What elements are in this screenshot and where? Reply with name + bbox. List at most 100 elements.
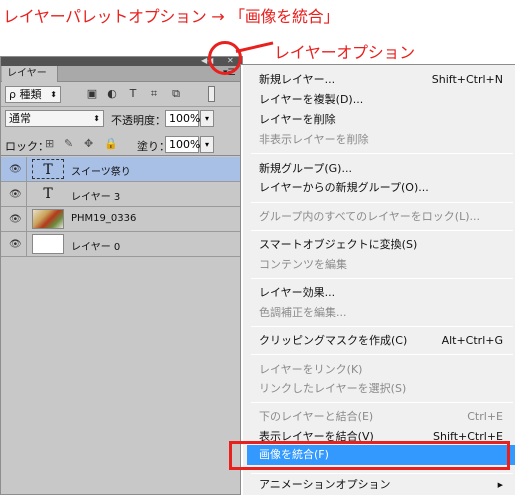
shape-filter-icon[interactable]: ⌗ xyxy=(147,87,161,101)
divider xyxy=(26,207,27,232)
menu-separator xyxy=(251,326,513,327)
menu-item-animation-options[interactable]: アニメーションオプション ▶ xyxy=(259,475,509,495)
menu-item-label: レイヤー効果... xyxy=(259,286,336,299)
menu-item-delete-hidden-layers[interactable]: 非表示レイヤーを削除 xyxy=(259,130,509,150)
menu-item-label: 新規グループ(G)... xyxy=(259,162,352,175)
menu-item-select-linked-layers[interactable]: リンクしたレイヤーを選択(S) xyxy=(259,379,509,399)
filter-kind-select[interactable]: ρ 種類 ⬍ xyxy=(5,86,61,103)
visibility-eye-icon[interactable]: 👁 xyxy=(9,164,22,175)
menu-item-convert-to-smart-object[interactable]: スマートオブジェクトに変換(S) xyxy=(259,235,509,255)
menu-item-shortcut: Shift+Ctrl+N xyxy=(431,73,503,86)
type-layer-thumbnail: T xyxy=(43,186,53,202)
annotation-pointer xyxy=(235,41,274,53)
menu-separator xyxy=(251,153,513,154)
submenu-arrow-icon: ▶ xyxy=(497,481,503,489)
divider xyxy=(26,232,27,257)
menu-separator xyxy=(251,278,513,279)
menu-item-label: スマートオブジェクトに変換(S) xyxy=(259,238,418,251)
menu-item-shortcut: Ctrl+E xyxy=(467,410,503,423)
menu-item-label: アニメーションオプション xyxy=(259,478,391,491)
opacity-dropdown-icon[interactable]: ▾ xyxy=(200,110,214,127)
layer-name[interactable]: スイーツ祭り xyxy=(71,163,131,178)
smart-object-filter-icon[interactable]: ⧉ xyxy=(169,87,183,101)
menu-separator xyxy=(251,354,513,355)
annotation-label: レイヤーオプション xyxy=(274,43,415,62)
layer-name[interactable]: レイヤー 3 xyxy=(71,188,120,203)
lock-label: ロック： xyxy=(5,140,49,153)
layer-row[interactable]: 👁 T レイヤー 3 xyxy=(1,182,242,207)
adjustment-filter-icon[interactable]: ◐ xyxy=(105,87,119,100)
menu-item-shortcut: Alt+Ctrl+G xyxy=(441,334,503,347)
blend-mode-value: 通常 xyxy=(9,112,31,125)
panel-title-bar: ◀◀ ✕ xyxy=(1,56,242,66)
lock-row: ロック： 塗り： 100% ▾ xyxy=(1,134,242,156)
menu-gutter xyxy=(241,65,243,495)
pixel-filter-icon[interactable]: ▣ xyxy=(85,87,99,100)
menu-item-edit-adjustment[interactable]: 色調補正を編集... xyxy=(259,303,509,323)
layer-row[interactable]: 👁 T スイーツ祭り xyxy=(1,157,242,182)
menu-item-label: 非表示レイヤーを削除 xyxy=(259,133,369,146)
menu-item-label: リンクしたレイヤーを選択(S) xyxy=(259,382,407,395)
menu-item-label: レイヤーを削除 xyxy=(259,113,336,126)
filter-toggle[interactable] xyxy=(208,86,215,102)
layers-panel: ◀◀ ✕ レイヤー ▾☰ ρ 種類 ⬍ ▣ ◐ T ⌗ ⧉ 通常 ⬍ 不透明度：… xyxy=(0,56,243,495)
divider xyxy=(26,182,27,207)
menu-item-label: 下のレイヤーと結合(E) xyxy=(259,410,374,423)
layer-row[interactable]: 👁 PHM19_0336 xyxy=(1,207,242,232)
type-filter-icon[interactable]: T xyxy=(126,87,140,100)
blend-row: 通常 ⬍ 不透明度： 100% ▾ xyxy=(1,108,242,132)
menu-item-label: レイヤーを複製(D)... xyxy=(259,93,364,106)
menu-item-create-clipping-mask[interactable]: クリッピングマスクを作成(C) Alt+Ctrl+G xyxy=(259,331,509,351)
lock-position-icon[interactable]: ✥ xyxy=(84,137,93,150)
layers-panel-context-menu: 新規レイヤー... Shift+Ctrl+N レイヤーを複製(D)... レイヤー… xyxy=(240,64,515,495)
menu-item-layer-effects[interactable]: レイヤー効果... xyxy=(259,283,509,303)
select-arrow-icon: ⬍ xyxy=(50,90,57,99)
visibility-eye-icon[interactable]: 👁 xyxy=(9,239,22,250)
menu-item-edit-contents[interactable]: コンテンツを編集 xyxy=(259,255,509,275)
menu-item-label: クリッピングマスクを作成(C) xyxy=(259,334,408,347)
layer-name[interactable]: PHM19_0336 xyxy=(71,213,136,224)
filter-kind-value: ρ 種類 xyxy=(9,88,42,101)
menu-item-label: コンテンツを編集 xyxy=(259,258,347,271)
menu-item-link-layers[interactable]: レイヤーをリンク(K) xyxy=(259,360,509,380)
flatten-highlight-box xyxy=(229,441,510,470)
panel-tab-row: レイヤー ▾☰ xyxy=(1,66,242,82)
lock-paint-icon[interactable]: ✎ xyxy=(64,137,73,150)
menu-item-new-layer[interactable]: 新規レイヤー... Shift+Ctrl+N xyxy=(259,70,509,90)
layer-row[interactable]: 👁 レイヤー 0 xyxy=(1,232,242,257)
select-arrow-icon: ⬍ xyxy=(93,114,100,123)
visibility-eye-icon[interactable]: 👁 xyxy=(9,214,22,225)
fill-dropdown-icon[interactable]: ▾ xyxy=(200,136,214,153)
menu-item-duplicate-layer[interactable]: レイヤーを複製(D)... xyxy=(259,90,509,110)
menu-item-label: 色調補正を編集... xyxy=(259,306,347,319)
menu-item-new-group-from-layers[interactable]: レイヤーからの新規グループ(O)... xyxy=(259,178,509,198)
type-layer-thumbnail: T xyxy=(32,159,64,179)
menu-item-lock-all-layers-in-group[interactable]: グループ内のすべてのレイヤーをロック(L)... xyxy=(259,207,509,227)
menu-item-delete-layer[interactable]: レイヤーを削除 xyxy=(259,110,509,130)
menu-item-label: グループ内のすべてのレイヤーをロック(L)... xyxy=(259,210,480,223)
annotation-circle xyxy=(208,41,242,75)
image-layer-thumbnail xyxy=(32,209,64,229)
blank-layer-thumbnail xyxy=(32,234,64,254)
lock-all-icon[interactable]: 🔒 xyxy=(104,137,118,150)
menu-separator xyxy=(251,230,513,231)
menu-item-label: レイヤーをリンク(K) xyxy=(259,363,363,376)
menu-separator xyxy=(251,202,513,203)
fill-input[interactable]: 100% xyxy=(165,136,200,153)
menu-separator xyxy=(251,473,513,474)
opacity-input[interactable]: 100% xyxy=(165,110,200,127)
menu-item-label: 新規レイヤー... xyxy=(259,73,336,86)
menu-item-merge-down[interactable]: 下のレイヤーと結合(E) Ctrl+E xyxy=(259,407,509,427)
filter-row: ρ 種類 ⬍ xyxy=(1,83,242,107)
menu-item-label: レイヤーからの新規グループ(O)... xyxy=(259,181,429,194)
menu-item-new-group[interactable]: 新規グループ(G)... xyxy=(259,159,509,179)
divider xyxy=(26,157,27,182)
opacity-label: 不透明度： xyxy=(111,114,166,127)
lock-transparent-icon[interactable]: ⊞ xyxy=(45,137,54,150)
layer-name[interactable]: レイヤー 0 xyxy=(71,238,120,253)
tab-layers[interactable]: レイヤー xyxy=(2,66,58,82)
menu-separator xyxy=(251,402,513,403)
blend-mode-select[interactable]: 通常 ⬍ xyxy=(5,110,104,127)
visibility-eye-icon[interactable]: 👁 xyxy=(9,189,22,200)
page-caption: レイヤーパレットオプション → 「画像を統合」 xyxy=(3,7,340,26)
